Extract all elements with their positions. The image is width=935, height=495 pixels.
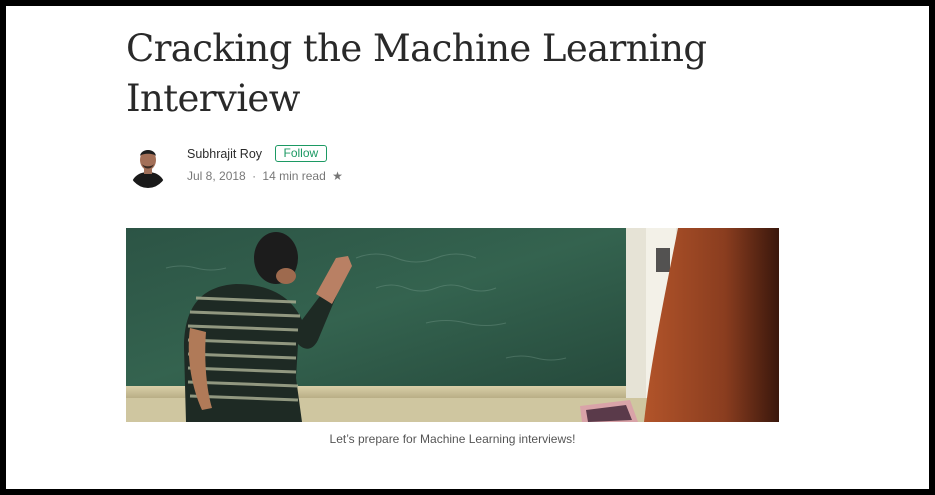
read-time: 14 min read [262,169,326,183]
publish-date[interactable]: Jul 8, 2018 [187,169,246,183]
hero-image[interactable] [126,228,779,422]
hero-photo-teacher-at-chalkboard [126,228,779,422]
author-byline: Subhrajit Roy Follow Jul 8, 2018 · 14 mi… [126,142,526,192]
hero-caption: Let’s prepare for Machine Learning inter… [329,432,576,446]
author-meta: Subhrajit Roy Follow Jul 8, 2018 · 14 mi… [187,145,343,183]
article-title: Cracking the Machine Learning Interview [126,27,707,120]
author-avatar-image [128,144,168,188]
post-meta: Jul 8, 2018 · 14 min read ★ [187,169,343,183]
star-icon: ★ [332,169,343,183]
follow-button[interactable]: Follow [274,145,328,163]
article-page: Cracking the Machine Learning Interview … [6,6,929,489]
author-avatar[interactable] [128,144,168,188]
meta-separator: · [252,169,257,183]
author-name-link[interactable]: Subhrajit Roy [187,147,262,161]
